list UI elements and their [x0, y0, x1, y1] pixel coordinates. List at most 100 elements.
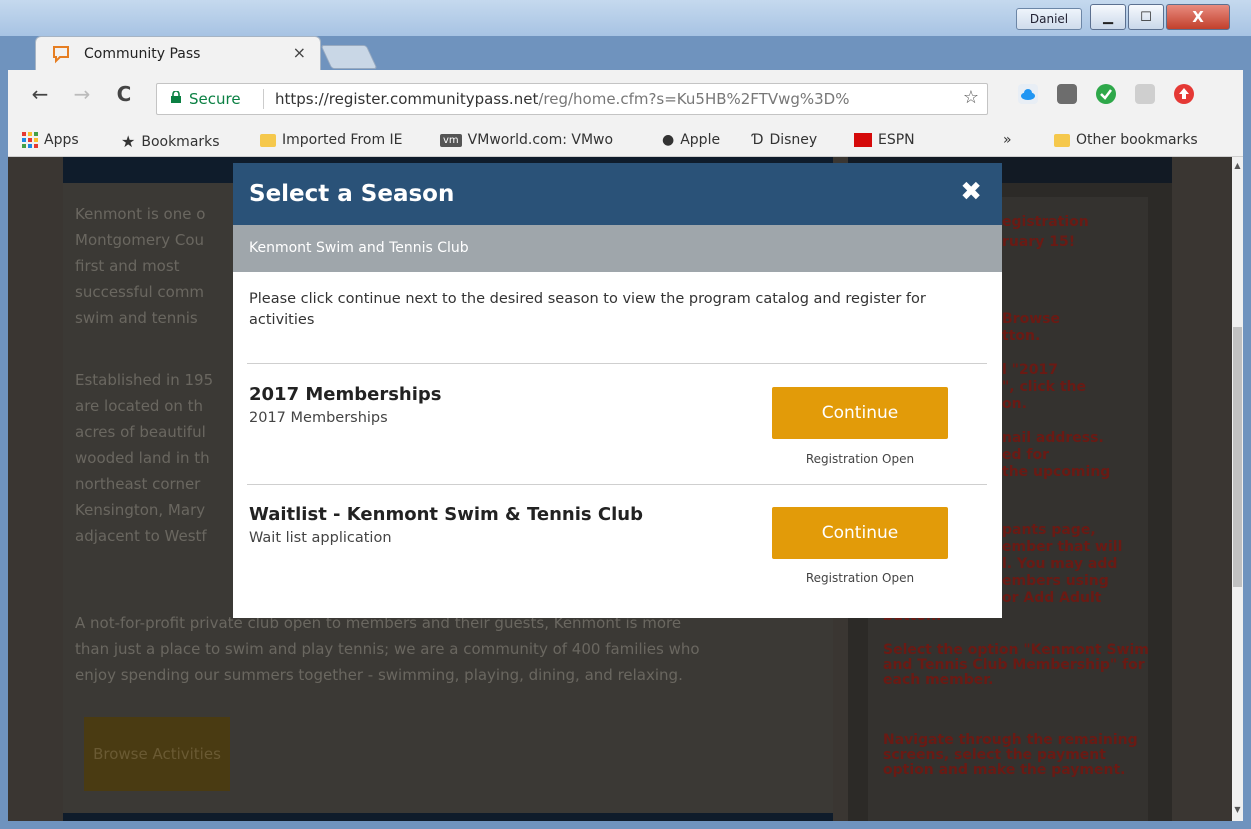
sidebar-text: nail address.	[1002, 430, 1104, 446]
sidebar-text: ember that will	[1002, 539, 1123, 555]
sidebar-text: tton.	[1002, 328, 1041, 344]
sidebar-text: the upcoming	[1002, 464, 1111, 480]
address-separator	[263, 89, 264, 109]
text-line: than just a place to swim and play tenni…	[75, 640, 700, 658]
text-line: are located on th	[75, 397, 204, 415]
lock-icon	[171, 91, 181, 103]
tab-close-icon[interactable]: ×	[293, 43, 306, 62]
square-extension-icon[interactable]	[1057, 84, 1077, 104]
browser-toolbar: ← → C Secure https://register.communityp…	[8, 70, 1243, 126]
registration-status: Registration Open	[805, 571, 915, 585]
divider	[247, 484, 987, 485]
page-scrollbar[interactable]: ▲ ▼	[1232, 157, 1243, 821]
bookmark-star-icon[interactable]: ☆	[963, 87, 979, 108]
text-line: first and most	[75, 257, 180, 275]
modal-instructions: Please click continue next to the desire…	[249, 291, 926, 328]
sidebar-text: pants page,	[1002, 522, 1096, 538]
registration-status: Registration Open	[805, 452, 915, 466]
sidebar-text: embers using	[1002, 573, 1109, 589]
window-border-bottom	[0, 821, 1251, 829]
scroll-up-icon[interactable]: ▲	[1232, 161, 1243, 170]
maximize-button[interactable]: ☐	[1128, 4, 1164, 30]
scroll-down-icon[interactable]: ▼	[1232, 805, 1243, 814]
folder-icon	[1054, 133, 1070, 147]
forward-button[interactable]: →	[68, 80, 96, 108]
text-line: enjoy spending our summers together - sw…	[75, 666, 683, 684]
community-pass-favicon-icon	[53, 46, 69, 64]
content-footer-bar	[63, 813, 833, 821]
bookmark-label: VMworld.com: VMwo	[467, 132, 614, 148]
sidebar-text: ", click the	[1002, 379, 1087, 395]
text-line: Kensington, Mary	[75, 501, 206, 519]
apps-label: Apps	[44, 132, 79, 148]
continue-button[interactable]: Continue	[772, 387, 948, 439]
modal-header: Select a Season ✖	[233, 163, 1002, 225]
address-bar[interactable]: Secure https://register.communitypass.ne…	[156, 83, 988, 115]
upload-extension-icon[interactable]	[1174, 84, 1194, 104]
select-season-modal: Select a Season ✖ Kenmont Swim and Tenni…	[233, 163, 1002, 618]
new-tab-button[interactable]	[320, 45, 378, 69]
text-line: Established in 195	[75, 371, 214, 389]
url-host: https://register.communitypass.net	[275, 90, 539, 108]
profile-badge[interactable]: Daniel	[1016, 8, 1082, 30]
organization-name: Kenmont Swim and Tennis Club	[249, 240, 469, 256]
disney-icon: Ɗ	[752, 132, 764, 148]
browse-activities-button[interactable]: Browse Activities	[84, 717, 230, 791]
checkmark-extension-icon[interactable]	[1096, 84, 1116, 104]
scrollbar-thumb[interactable]	[1233, 327, 1242, 587]
text-line: acres of beautiful	[75, 423, 206, 441]
divider	[247, 363, 987, 364]
apps-grid-icon	[22, 132, 38, 148]
season-description: 2017 Memberships	[249, 410, 388, 426]
about-paragraph: A not-for-profit private club open to me…	[75, 610, 805, 688]
bookmarks-overflow-button[interactable]: »	[1003, 132, 1012, 148]
season-name: Waitlist - Kenmont Swim & Tennis Club	[249, 504, 643, 525]
other-bookmarks[interactable]: Other bookmarks	[1054, 132, 1198, 148]
bookmark-label: Apple	[680, 132, 721, 148]
sidebar-instruction: Select the option "Kenmont Swim and Tenn…	[883, 642, 1149, 688]
back-button[interactable]: ←	[26, 80, 54, 108]
close-window-button[interactable]: X	[1166, 4, 1230, 30]
minimize-button[interactable]: ▁	[1090, 4, 1126, 30]
url-path: /reg/home.cfm?s=Ku5HB%2FTVwg%3D%	[538, 90, 850, 108]
close-icon[interactable]: ✖	[960, 177, 982, 207]
sidebar-text: ruary 15!	[1002, 234, 1076, 250]
bookmark-label: Disney	[769, 132, 818, 148]
browser-tab[interactable]: Community Pass ×	[35, 36, 321, 71]
reload-button[interactable]: C	[110, 80, 138, 108]
season-description: Wait list application	[249, 530, 392, 546]
apps-bookmark[interactable]: Apps	[22, 132, 79, 148]
other-bookmarks-label: Other bookmarks	[1076, 132, 1198, 148]
tab-title: Community Pass	[84, 46, 201, 62]
sidebar-text: l. You may add	[1002, 556, 1118, 572]
url-text[interactable]: https://register.communitypass.net/reg/h…	[275, 90, 957, 108]
sidebar-text: on.	[1002, 396, 1027, 412]
sidebar-text: l "2017	[1002, 362, 1058, 378]
espn-bookmark[interactable]: ESPN	[854, 132, 915, 148]
text-line: swim and tennis	[75, 309, 198, 327]
text-line: adjacent to Westf	[75, 527, 207, 545]
imported-from-ie-bookmark[interactable]: Imported From IE	[260, 132, 403, 148]
history-paragraph: Established in 195 are located on th acr…	[75, 367, 215, 549]
text-line: successful comm	[75, 283, 205, 301]
sidebar-text: or Add Adult	[1002, 590, 1102, 606]
bookmarks-bookmark[interactable]: ★ Bookmarks	[121, 132, 220, 151]
vmworld-bookmark[interactable]: vm VMworld.com: VMwo	[440, 132, 613, 148]
cloud-extension-icon[interactable]	[1018, 84, 1038, 104]
disney-bookmark[interactable]: Ɗ Disney	[752, 132, 817, 148]
bookmark-label: ESPN	[878, 132, 915, 148]
text-line: Montgomery Cou	[75, 231, 205, 249]
bookmark-label: Imported From IE	[282, 132, 403, 148]
apple-bookmark[interactable]: ● Apple	[662, 132, 720, 148]
sidebar-text: Browse	[1002, 311, 1060, 327]
sidebar-text: ed for	[1002, 447, 1050, 463]
text-line: wooded land in th	[75, 449, 210, 467]
continue-button[interactable]: Continue	[772, 507, 948, 559]
sidebar-text: egistration	[1002, 214, 1089, 230]
star-icon: ★	[121, 132, 136, 151]
pdf-extension-icon[interactable]	[1135, 84, 1155, 104]
season-name: 2017 Memberships	[249, 384, 442, 405]
intro-paragraph: Kenmont is one o Montgomery Cou first an…	[75, 201, 215, 331]
folder-icon	[260, 133, 276, 147]
modal-title: Select a Season	[249, 181, 455, 207]
